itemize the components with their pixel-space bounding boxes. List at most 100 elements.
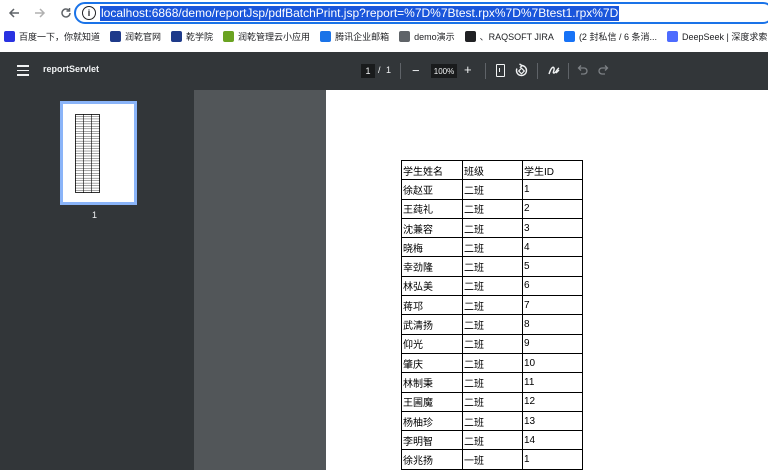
table-cell: 二班 bbox=[462, 314, 523, 335]
runqian-icon bbox=[110, 30, 122, 42]
table-cell: 二班 bbox=[462, 217, 523, 239]
page-thumbnail[interactable] bbox=[60, 101, 137, 205]
table-cell: 沈兼容 bbox=[401, 217, 463, 239]
table-row: 王圃魔 二班 12 bbox=[401, 391, 583, 412]
table-cell: 8 bbox=[522, 314, 583, 335]
table-cell: 林弘美 bbox=[401, 275, 463, 297]
table-row: 林制秉 二班 11 bbox=[401, 372, 583, 393]
table-cell: 7 bbox=[522, 295, 583, 316]
bookmark-item[interactable]: 乾学院 bbox=[171, 30, 213, 43]
table-cell: 5 bbox=[522, 256, 583, 277]
table-row: 幸劲隆 二班 5 bbox=[401, 256, 583, 277]
redo-icon[interactable] bbox=[598, 64, 610, 76]
table-cell: 二班 bbox=[462, 410, 523, 432]
table-cell: 13 bbox=[522, 410, 583, 432]
table-row: 林弘美 二班 6 bbox=[401, 275, 583, 297]
table-cell: 二班 bbox=[462, 430, 523, 451]
undo-icon[interactable] bbox=[576, 64, 588, 76]
browser-address-row: i localhost:6868/demo/reportJsp/pdfBatch… bbox=[0, 0, 768, 26]
table-cell: 王圃魔 bbox=[401, 391, 463, 412]
table-cell: 6 bbox=[522, 275, 583, 297]
table-cell: 仰光 bbox=[401, 333, 463, 354]
bookmark-item[interactable]: (2 封私信 / 6 条消... bbox=[563, 30, 657, 43]
bookmark-item[interactable]: 润乾管理云小应用 bbox=[223, 30, 310, 43]
table-row: 徐赵亚 二班 1 bbox=[401, 179, 583, 200]
site-info-icon[interactable]: i bbox=[82, 6, 96, 20]
bookmark-item[interactable]: 百度一下，你就知道 bbox=[4, 30, 100, 43]
table-row: 武清扬 二班 8 bbox=[401, 314, 583, 335]
table-cell: 二班 bbox=[462, 179, 523, 200]
page-number-input[interactable]: 1 bbox=[361, 64, 375, 78]
toolbar-divider bbox=[537, 63, 538, 79]
table-cell: 杨柚珍 bbox=[401, 410, 463, 432]
toolbar-divider bbox=[485, 63, 486, 79]
toolbar-divider bbox=[400, 63, 401, 79]
table-cell: 王莼礼 bbox=[401, 198, 463, 219]
reload-button[interactable] bbox=[56, 3, 76, 23]
table-cell: 二班 bbox=[462, 352, 523, 374]
table-cell: 肇庆 bbox=[401, 352, 463, 374]
toolbar-divider bbox=[568, 63, 569, 79]
table-row: 蒋邛 二班 7 bbox=[401, 295, 583, 316]
page-separator: / bbox=[378, 65, 381, 75]
bookmark-label: 润乾管理云小应用 bbox=[238, 31, 311, 42]
page-total: 1 bbox=[386, 65, 392, 75]
table-cell: 二班 bbox=[462, 256, 523, 277]
deepseek-icon bbox=[666, 30, 678, 42]
url-text[interactable]: localhost:6868/demo/reportJsp/pdfBatchPr… bbox=[100, 5, 620, 21]
annotate-pen-icon[interactable] bbox=[547, 63, 561, 77]
table-cell: 李明智 bbox=[401, 430, 463, 451]
back-button[interactable] bbox=[4, 3, 24, 23]
menu-icon[interactable] bbox=[17, 65, 29, 76]
globe-icon bbox=[399, 30, 411, 42]
bookmark-label: demo演示 bbox=[414, 31, 455, 42]
pdf-toolbar: reportServlet 1 / 1 − 100% + bbox=[0, 52, 768, 90]
table-header-cell: 学生ID bbox=[522, 159, 583, 181]
table-cell: 一班 bbox=[462, 449, 523, 470]
bookmark-item[interactable]: 腾讯企业邮箱 bbox=[320, 30, 389, 43]
table-row: 王莼礼 二班 2 bbox=[401, 198, 583, 219]
reload-icon bbox=[61, 8, 71, 18]
table-header-cell: 学生姓名 bbox=[401, 159, 463, 181]
rotate-icon[interactable] bbox=[514, 63, 529, 78]
jira-icon bbox=[464, 30, 476, 42]
tencent-mail-icon bbox=[320, 30, 332, 42]
table-cell: 9 bbox=[522, 333, 583, 354]
bookmark-item[interactable]: 润乾官网 bbox=[110, 30, 161, 43]
table-row: 晓梅 二班 4 bbox=[401, 237, 583, 258]
forward-button[interactable] bbox=[30, 3, 50, 23]
bookmarks-bar: 百度一下，你就知道 润乾官网 乾学院 润乾管理云小应用 腾讯企业邮箱 demo演示 、RAQ… bbox=[0, 27, 768, 45]
table-cell: 晓梅 bbox=[401, 237, 463, 258]
bookmark-item[interactable]: demo演示 bbox=[399, 30, 455, 43]
zoom-in-button[interactable]: + bbox=[464, 62, 472, 77]
table-row: 李明智 二班 14 bbox=[401, 430, 583, 451]
table-cell: 二班 bbox=[462, 275, 523, 297]
table-cell: 二班 bbox=[462, 295, 523, 316]
table-row: 仰光 二班 9 bbox=[401, 333, 583, 354]
bookmark-label: 腾讯企业邮箱 bbox=[335, 31, 390, 42]
document-title: reportServlet bbox=[43, 64, 100, 74]
zoom-input[interactable]: 100% bbox=[431, 64, 457, 78]
table-cell: 10 bbox=[522, 352, 583, 374]
pdf-page: 学生姓名 班级 学生ID 徐赵亚 二班 1 王莼礼 二班 2 沈兼容 二班 3 晓梅 二班 4 幸劲隆 二班 5 林… bbox=[326, 90, 768, 470]
table-header-row: 学生姓名 班级 学生ID bbox=[401, 159, 583, 181]
table-row: 徐兆扬 一班 1 bbox=[401, 449, 583, 470]
table-cell: 4 bbox=[522, 237, 583, 258]
table-cell: 14 bbox=[522, 430, 583, 451]
zoom-out-button[interactable]: − bbox=[412, 63, 420, 78]
bookmark-item[interactable]: 、RAQSOFT JIRA bbox=[464, 30, 554, 43]
table-cell: 1 bbox=[522, 449, 583, 470]
table-cell: 1 bbox=[522, 179, 583, 200]
thumbnail-page-number: 1 bbox=[92, 210, 98, 220]
bookmark-label: 润乾官网 bbox=[125, 31, 162, 42]
table-header-cell: 班级 bbox=[462, 159, 523, 181]
table-cell: 2 bbox=[522, 198, 583, 219]
table-row: 肇庆 二班 10 bbox=[401, 352, 583, 374]
fit-to-page-icon[interactable] bbox=[496, 64, 505, 77]
bookmark-label: 乾学院 bbox=[186, 31, 214, 42]
bookmark-item[interactable]: DeepSeek | 深度求索 bbox=[666, 30, 767, 43]
address-bar[interactable]: i localhost:6868/demo/reportJsp/pdfBatch… bbox=[74, 2, 768, 24]
table-cell: 徐赵亚 bbox=[401, 179, 463, 200]
table-cell: 林制秉 bbox=[401, 372, 463, 393]
table-cell: 11 bbox=[522, 372, 583, 393]
